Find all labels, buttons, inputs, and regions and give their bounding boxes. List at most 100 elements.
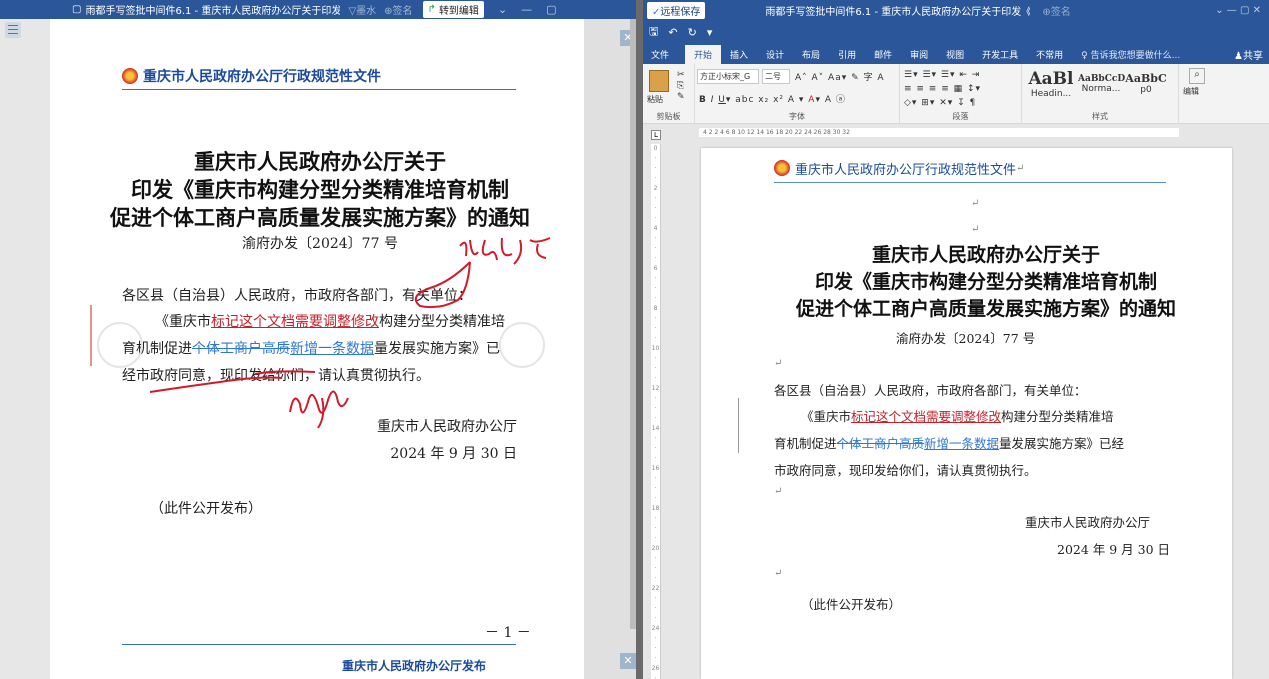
right-body-1-pre: 《重庆市 [801,409,852,424]
paragraph-mark: ↵ [1016,162,1025,174]
right-title-line-2: 印发《重庆市构建分型分类精准培育机制 [814,271,1157,293]
style-preview-heading: AaBl [1028,69,1074,89]
search-icon[interactable]: ⌕ [1189,68,1205,84]
right-body-line-3: 市政府同意，现印发给你们，请认真贯彻执行。 [774,463,1037,478]
editing-group: ⌕ 编辑 [1179,64,1219,124]
font-name-select[interactable]: 方正小标宋_G [697,69,759,84]
paragraph-mark: ↵ [971,224,980,235]
tell-me-search[interactable]: ♀ 告诉我您想要做什么... [1072,45,1189,64]
style-name-p0: p0 [1140,85,1152,95]
watermark-circle-right [499,322,545,368]
clipboard-group: 粘贴 ✂ ⎘ ✎ 剪贴板 [643,64,695,124]
align-buttons[interactable]: ≡ ≡ ≡ ≡ ▦ ↕▾ [904,84,981,94]
clipboard-label: 剪贴板 [656,112,681,121]
style-preview-normal: AaBbCcD [1078,74,1126,84]
right-title-line-3: 促进个体工商户高质量发展实施方案》的通知 [795,298,1176,320]
shading-buttons[interactable]: ◇▾ ⊞▾ ✕▾ ↧ ¶ [904,98,976,108]
circle-annotation [414,261,471,309]
paragraph-mark: ↵ [971,198,980,209]
share-label: 共享 [1243,51,1263,62]
right-header-text: 重庆市人民政府办公厅行政规范性文件 [795,162,1017,178]
right-title-line-1: 重庆市人民政府办公厅关于 [871,244,1100,266]
right-doc-number: 渝府办发〔2024〕77 号 [896,331,1036,346]
redo-icon[interactable]: ↻ [688,26,697,39]
right-insert-text[interactable]: 新增一条数据 [924,436,999,451]
right-revision-bar [738,398,739,453]
style-name-heading: Headin... [1030,89,1072,99]
cut-copy-icons[interactable]: ✂ ⎘ ✎ [677,70,685,103]
quick-access-toolbar: 🖫 ↶ ↻ ▾ [643,21,1269,44]
emblem-icon [774,160,790,176]
style-preview-p0: AaBbC [1125,72,1167,85]
remote-save-button[interactable]: ✓远程保存 [647,2,706,19]
list-buttons[interactable]: ☰▾ ☰▾ ☰▾ ⇤ ⇥ [904,70,980,80]
font-label: 字体 [789,112,805,121]
save-icon[interactable]: 🖫 [649,23,658,42]
handwritten-annotation-top [459,237,551,265]
paragraph-label: 段落 [952,112,969,121]
paragraph-mark: ↵ [774,486,783,497]
root: ▢ 雨都手写签批中间件6.1 - 重庆市人民政府办公厅关于印发《重庆市构建分型分… [0,0,1269,679]
tab-uncommon[interactable]: 不常用 [1027,45,1072,64]
right-doc-header: 重庆市人民政府办公厅行政规范性文件 ↵ [774,154,1166,183]
right-salutation: 各区县（自治县）人民政府，市政府各部门，有关单位： [774,383,1087,398]
tab-file[interactable]: 文件 [651,48,669,61]
ruler-ticks: 4 2 2 4 6 8 10 12 14 16 18 20 22 24 26 2… [699,128,1179,137]
right-signature-org: 重庆市人民政府办公厅 [1025,515,1151,530]
editing-button[interactable]: 编辑 [1183,86,1199,97]
share-button[interactable]: ♟共享 [1234,47,1263,62]
tab-stop-selector[interactable]: L [651,130,661,140]
watermark-circle-left [97,322,143,368]
tab-developer[interactable]: 开发工具 [973,45,1027,64]
vertical-ruler[interactable]: 0 · · · 2 · · · 4 · · · 6 · · · 8 · · · 10 · · · 12 · · · 14 · · · 16 · · ·… [651,144,661,679]
tab-references[interactable]: 引用 [829,45,865,64]
style-heading[interactable]: AaBl Headin... [1026,69,1076,99]
right-title-bar: ✓远程保存 雨都手写签批中间件6.1 - 重庆市人民政府办公厅关于印发《重庆市构… [643,0,1269,21]
tab-insert[interactable]: 插入 [721,45,757,64]
tab-view[interactable]: 视图 [937,45,973,64]
right-body-2-pre: 育机制促进 [774,436,837,451]
tab-mailings[interactable]: 邮件 [865,45,901,64]
customize-icon[interactable]: ▾ [707,26,713,39]
styles-group: AaBl Headin... AaBbCcD Norma... AaBbC p0 样式 [1022,64,1179,124]
right-page: 重庆市人民政府办公厅行政规范性文件 ↵ ↵ ↵ 重庆市人民政府办公厅关于 印发《重… [701,148,1232,679]
style-p0[interactable]: AaBbC p0 [1124,72,1168,95]
ribbon-tabs: 文件 开始 插入 设计 布局 引用 邮件 审阅 视图 开发工具 不常用 ♀ 告诉… [643,44,1269,64]
font-style-buttons[interactable]: B I U▾ abc x₂ x² A ▾ A▾ A ⓐ [699,92,846,105]
lightbulb-icon: ♀ [1081,51,1091,61]
paste-icon[interactable] [649,70,669,92]
right-signature-date: 2024 年 9 月 30 日 [1057,542,1171,557]
right-red-mark[interactable]: 标记这个文档需要调整修改 [851,409,1001,424]
underline-annotation [149,370,316,393]
tab-design[interactable]: 设计 [757,45,793,64]
paragraph-mark: ↵ [774,568,783,579]
right-sign-button[interactable]: ⊕签名 [1042,3,1070,18]
font-group: 方正小标宋_G 二号 A˄ A˅ Aa▾ ✎ 字 A B I U▾ abc x₂… [695,64,900,124]
tell-me-text: 告诉我您想要做什么... [1090,51,1181,61]
right-body-2-post: 量发展实施方案》已经 [999,436,1125,451]
save-label: 远程保存 [660,7,701,18]
styles-label: 样式 [1092,112,1108,121]
handwritten-signature [289,390,349,429]
style-name-normal: Norma... [1081,84,1121,94]
tab-home[interactable]: 开始 [685,45,722,64]
right-body-1-post: 构建分型分类精准培 [1001,409,1114,424]
window-divider [636,0,643,679]
undo-icon[interactable]: ↶ [668,26,677,39]
person-icon: ♟ [1234,51,1243,62]
right-public-note: （此件公开发布） [801,597,902,612]
right-strike-text[interactable]: 个体工商户高质 [837,436,925,451]
horizontal-ruler[interactable]: 4 2 2 4 6 8 10 12 14 16 18 20 22 24 26 2… [643,124,1269,140]
right-body-line-2: 育机制促进个体工商户高质新增一条数据量发展实施方案》已经 [774,433,1124,452]
paragraph-mark: ↵ [774,358,783,369]
tab-review[interactable]: 审阅 [901,45,937,64]
ribbon: 粘贴 ✂ ⎘ ✎ 剪贴板 方正小标宋_G 二号 A˄ A˅ Aa▾ ✎ 字 A B … [643,64,1269,124]
tab-layout[interactable]: 布局 [793,45,829,64]
handwriting-layer [90,237,551,429]
font-size-buttons[interactable]: A˄ A˅ Aa▾ ✎ 字 A [795,70,885,83]
right-window-controls[interactable]: ⌄ — ▢ ✕ [1215,5,1261,16]
font-size-select[interactable]: 二号 [762,69,790,84]
style-normal[interactable]: AaBbCcD Norma... [1078,74,1126,94]
paste-button[interactable]: 粘贴 [647,94,663,105]
right-window-title: 雨都手写签批中间件6.1 - 重庆市人民政府办公厅关于印发《重庆市构建分型分类精… [765,7,1031,18]
